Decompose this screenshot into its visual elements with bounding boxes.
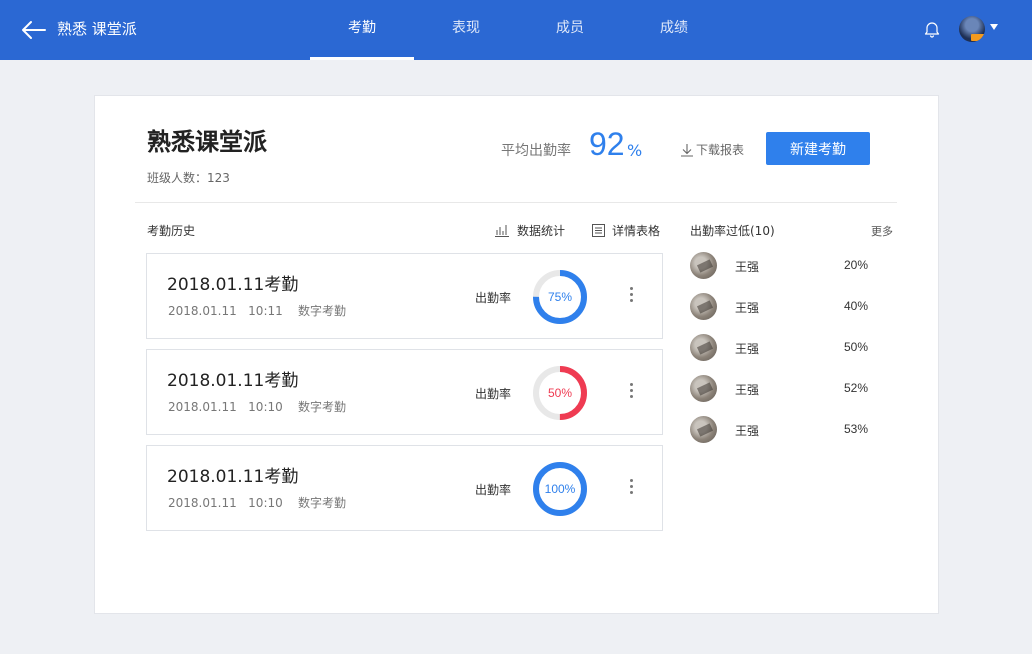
tab-attendance[interactable]: 考勤 <box>310 0 414 60</box>
more-options-icon[interactable] <box>627 287 635 307</box>
history-label: 考勤历史 <box>147 224 196 238</box>
record-rate-label: 出勤率 <box>475 291 512 305</box>
record-meta: 2018.01.11 10:11 数字考勤 <box>168 302 346 319</box>
student-rate: 40% <box>844 299 869 313</box>
main-nav: 考勤 表现 成员 成绩 <box>310 0 726 60</box>
attendance-donut: 75% <box>532 269 588 325</box>
attendance-donut: 50% <box>532 365 588 421</box>
record-title: 2018.01.11考勤 <box>167 275 299 295</box>
more-link[interactable]: 更多 <box>871 223 893 239</box>
list-item[interactable]: 王强 40% <box>690 293 890 321</box>
record-rate-label: 出勤率 <box>475 483 512 497</box>
more-options-icon[interactable] <box>627 383 635 403</box>
student-name: 王强 <box>735 424 760 438</box>
record-type: 数字考勤 <box>298 400 347 414</box>
new-attendance-button[interactable]: 新建考勤 <box>766 132 870 165</box>
back-arrow-icon[interactable] <box>20 18 48 42</box>
tab-performance[interactable]: 表现 <box>414 0 518 60</box>
download-report-label: 下载报表 <box>696 143 745 157</box>
record-meta: 2018.01.11 10:10 数字考勤 <box>168 494 346 511</box>
bell-icon[interactable] <box>924 20 940 38</box>
donut-percent: 100% <box>544 482 576 496</box>
list-icon <box>592 224 605 237</box>
record-meta: 2018.01.11 10:10 数字考勤 <box>168 398 346 415</box>
average-rate-unit: % <box>627 141 643 160</box>
attendance-record[interactable]: 2018.01.11考勤 2018.01.11 10:10 数字考勤 出勤率 1… <box>146 445 663 531</box>
attendance-donut: 100% <box>532 461 588 517</box>
average-rate-label: 平均出勤率 <box>501 143 571 159</box>
record-time: 10:11 <box>248 304 283 318</box>
more-options-icon[interactable] <box>627 479 635 499</box>
attendance-record[interactable]: 2018.01.11考勤 2018.01.11 10:11 数字考勤 出勤率 7… <box>146 253 663 339</box>
download-icon <box>681 143 693 157</box>
download-report-link[interactable]: 下载报表 <box>680 141 744 158</box>
record-type: 数字考勤 <box>298 304 347 318</box>
student-avatar <box>690 334 717 361</box>
member-count: 班级人数：123 <box>147 171 230 185</box>
student-avatar <box>690 252 717 279</box>
record-title: 2018.01.11考勤 <box>167 371 299 391</box>
student-rate: 53% <box>844 422 869 436</box>
record-time: 10:10 <box>248 496 283 510</box>
low-attendance-label: 出勤率过低(10) <box>690 224 775 238</box>
caret-down-icon[interactable] <box>990 24 998 30</box>
record-date: 2018.01.11 <box>168 496 237 510</box>
record-time: 10:10 <box>248 400 283 414</box>
donut-percent: 50% <box>547 386 573 400</box>
donut-percent: 75% <box>547 290 573 304</box>
list-item[interactable]: 王强 52% <box>690 375 890 403</box>
list-item[interactable]: 王强 50% <box>690 334 890 362</box>
app-title: 熟悉 课堂派 <box>57 20 137 38</box>
record-type: 数字考勤 <box>298 496 347 510</box>
avatar[interactable] <box>959 16 985 42</box>
data-stats-link[interactable]: 数据统计 <box>494 222 565 239</box>
student-avatar <box>690 416 717 443</box>
divider <box>135 202 897 203</box>
detail-table-label: 详情表格 <box>612 224 661 238</box>
tab-grades[interactable]: 成绩 <box>622 0 726 60</box>
student-rate: 20% <box>844 258 869 272</box>
data-stats-label: 数据统计 <box>517 224 566 238</box>
student-name: 王强 <box>735 383 760 397</box>
attendance-record[interactable]: 2018.01.11考勤 2018.01.11 10:10 数字考勤 出勤率 5… <box>146 349 663 435</box>
record-title: 2018.01.11考勤 <box>167 467 299 487</box>
student-avatar <box>690 293 717 320</box>
student-rate: 52% <box>844 381 869 395</box>
attendance-card: 熟悉课堂派 班级人数：123 平均出勤率 92 % 下载报表 新建考勤 考勤历史… <box>94 95 939 614</box>
student-avatar <box>690 375 717 402</box>
tab-members[interactable]: 成员 <box>518 0 622 60</box>
record-rate-label: 出勤率 <box>475 387 512 401</box>
list-item[interactable]: 王强 20% <box>690 252 890 280</box>
student-name: 王强 <box>735 342 760 356</box>
list-item[interactable]: 王强 53% <box>690 416 890 444</box>
average-rate-value: 92 <box>589 126 625 162</box>
top-bar: 熟悉 课堂派 考勤 表现 成员 成绩 <box>0 0 1032 60</box>
detail-table-link[interactable]: 详情表格 <box>592 222 660 239</box>
student-rate: 50% <box>844 340 869 354</box>
class-title: 熟悉课堂派 <box>147 128 267 156</box>
vip-badge <box>971 34 985 41</box>
record-date: 2018.01.11 <box>168 400 237 414</box>
record-date: 2018.01.11 <box>168 304 237 318</box>
bar-chart-icon <box>495 225 509 237</box>
student-name: 王强 <box>735 260 760 274</box>
student-name: 王强 <box>735 301 760 315</box>
